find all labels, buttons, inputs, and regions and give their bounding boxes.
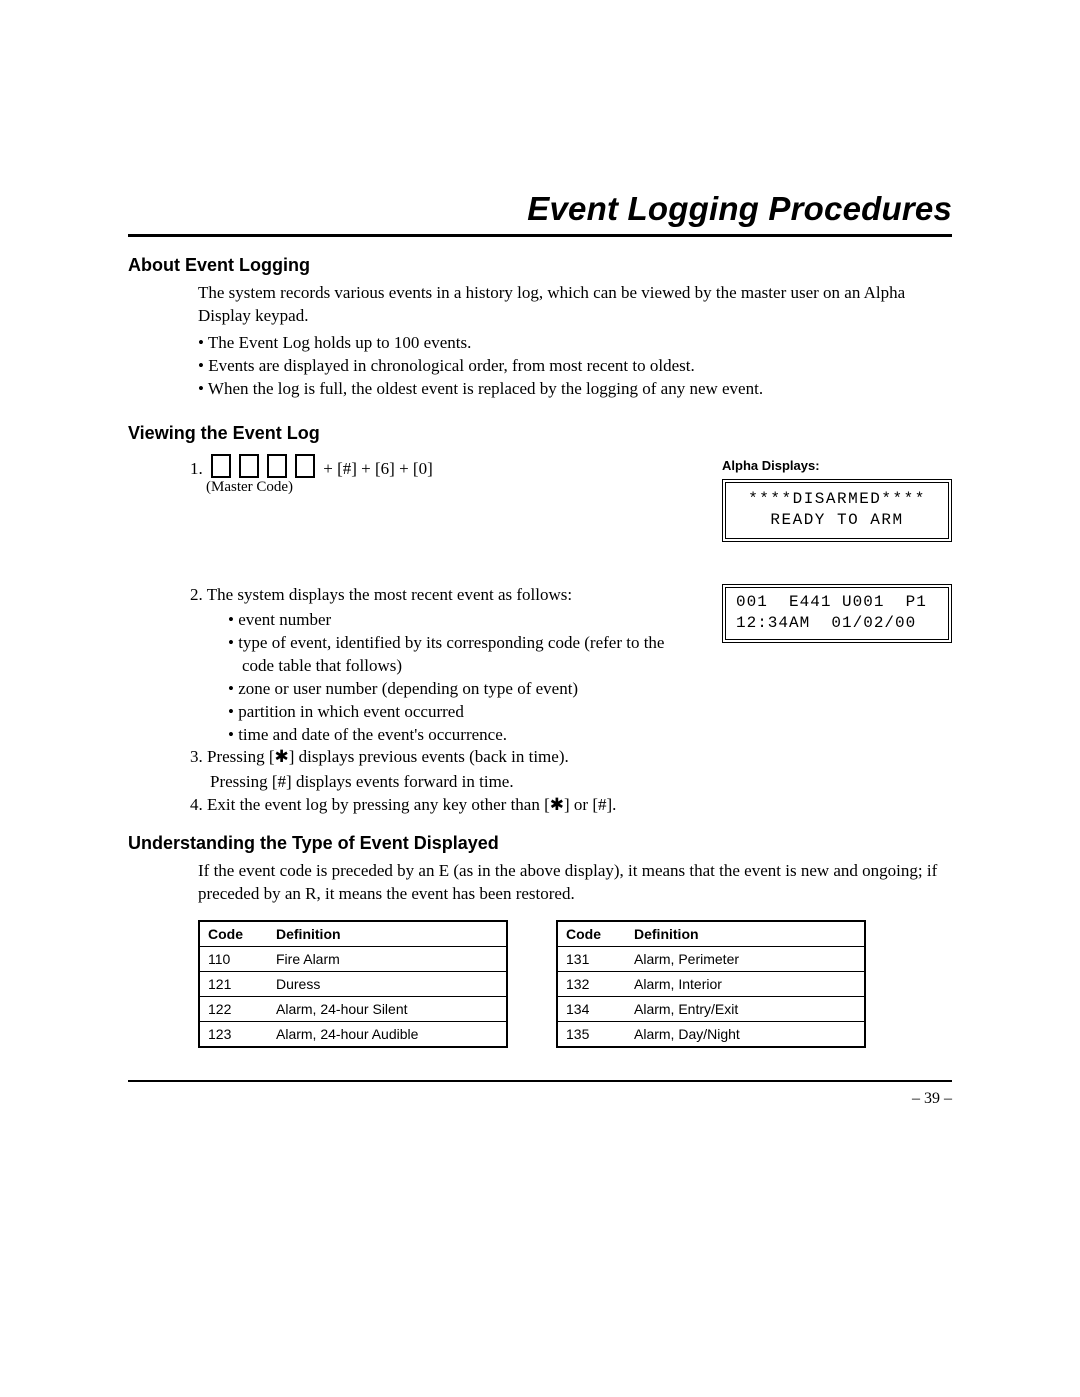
lcd-display-disarmed: ****DISARMED**** READY TO ARM — [722, 479, 952, 542]
steps-column: 2. The system displays the most recent e… — [128, 584, 698, 819]
page-title: Event Logging Procedures — [128, 190, 952, 228]
understanding-intro: If the event code is preceded by an E (a… — [198, 860, 952, 906]
table-row: 131Alarm, Perimeter — [557, 947, 865, 972]
table-row: 110Fire Alarm — [199, 947, 507, 972]
th-code-left: Code — [199, 921, 268, 947]
heading-about: About Event Logging — [128, 255, 952, 276]
cell-code: 134 — [557, 997, 626, 1022]
step2-bullet-2: • type of event, identified by its corre… — [228, 632, 698, 678]
viewing-left-column: 1. + [#] + [6] + [0] (Master Code) — [128, 454, 698, 572]
about-bullet-3: • When the log is full, the oldest event… — [198, 378, 952, 401]
cell-def: Duress — [268, 972, 507, 997]
step-2: 2. The system displays the most recent e… — [190, 584, 698, 607]
alpha-displays-label: Alpha Displays: — [722, 458, 952, 473]
cell-code: 122 — [199, 997, 268, 1022]
cell-def: Alarm, 24-hour Silent — [268, 997, 507, 1022]
heading-understanding: Understanding the Type of Event Displaye… — [128, 833, 952, 854]
heading-viewing: Viewing the Event Log — [128, 423, 952, 444]
cell-code: 121 — [199, 972, 268, 997]
table-row: 135Alarm, Day/Night — [557, 1022, 865, 1048]
table-row: 122Alarm, 24-hour Silent — [199, 997, 507, 1022]
table-row: 132Alarm, Interior — [557, 972, 865, 997]
master-code-label: (Master Code) — [206, 479, 698, 496]
master-code-boxes — [211, 454, 315, 478]
step2-bullet-3: • zone or user number (depending on type… — [228, 678, 698, 701]
cell-code: 110 — [199, 947, 268, 972]
step2-bullet-5: • time and date of the event's occurrenc… — [228, 724, 698, 747]
step-1-keys: + [#] + [6] + [0] — [323, 459, 432, 478]
code-box-4 — [295, 454, 315, 478]
cell-code: 131 — [557, 947, 626, 972]
th-def-right: Definition — [626, 921, 865, 947]
lcd-column-2: 001 E441 U001 P1 12:34AM 01/02/00 — [722, 584, 952, 819]
cell-code: 132 — [557, 972, 626, 997]
code-table-right: Code Definition 131Alarm, Perimeter 132A… — [556, 920, 866, 1048]
th-code-right: Code — [557, 921, 626, 947]
step-3b: Pressing [#] displays events forward in … — [210, 771, 698, 794]
step-4: 4. Exit the event log by pressing any ke… — [190, 794, 698, 817]
cell-def: Fire Alarm — [268, 947, 507, 972]
cell-code: 135 — [557, 1022, 626, 1048]
code-box-2 — [239, 454, 259, 478]
step2-bullet-1: • event number — [228, 609, 698, 632]
lcd-display-event: 001 E441 U001 P1 12:34AM 01/02/00 — [722, 584, 952, 643]
cell-code: 123 — [199, 1022, 268, 1048]
about-bullet-2: • Events are displayed in chronological … — [198, 355, 952, 378]
cell-def: Alarm, Entry/Exit — [626, 997, 865, 1022]
step-1-number: 1. — [190, 459, 203, 478]
step2-bullet-4: • partition in which event occurred — [228, 701, 698, 724]
viewing-right-column: Alpha Displays: ****DISARMED**** READY T… — [722, 454, 952, 572]
about-bullet-1: • The Event Log holds up to 100 events. — [198, 332, 952, 355]
title-rule — [128, 234, 952, 237]
code-box-3 — [267, 454, 287, 478]
cell-def: Alarm, 24-hour Audible — [268, 1022, 507, 1048]
code-table-left: Code Definition 110Fire Alarm 121Duress … — [198, 920, 508, 1048]
table-row: 121Duress — [199, 972, 507, 997]
step-1: 1. + [#] + [6] + [0] — [190, 454, 698, 479]
code-box-1 — [211, 454, 231, 478]
code-tables: Code Definition 110Fire Alarm 121Duress … — [198, 920, 952, 1048]
page-number: – 39 – — [128, 1090, 952, 1108]
footer-rule — [128, 1080, 952, 1082]
table-row: 123Alarm, 24-hour Audible — [199, 1022, 507, 1048]
cell-def: Alarm, Day/Night — [626, 1022, 865, 1048]
th-def-left: Definition — [268, 921, 507, 947]
about-intro: The system records various events in a h… — [198, 282, 952, 328]
cell-def: Alarm, Perimeter — [626, 947, 865, 972]
step-3a: 3. Pressing [✱] displays previous events… — [190, 746, 698, 769]
cell-def: Alarm, Interior — [626, 972, 865, 997]
table-row: 134Alarm, Entry/Exit — [557, 997, 865, 1022]
